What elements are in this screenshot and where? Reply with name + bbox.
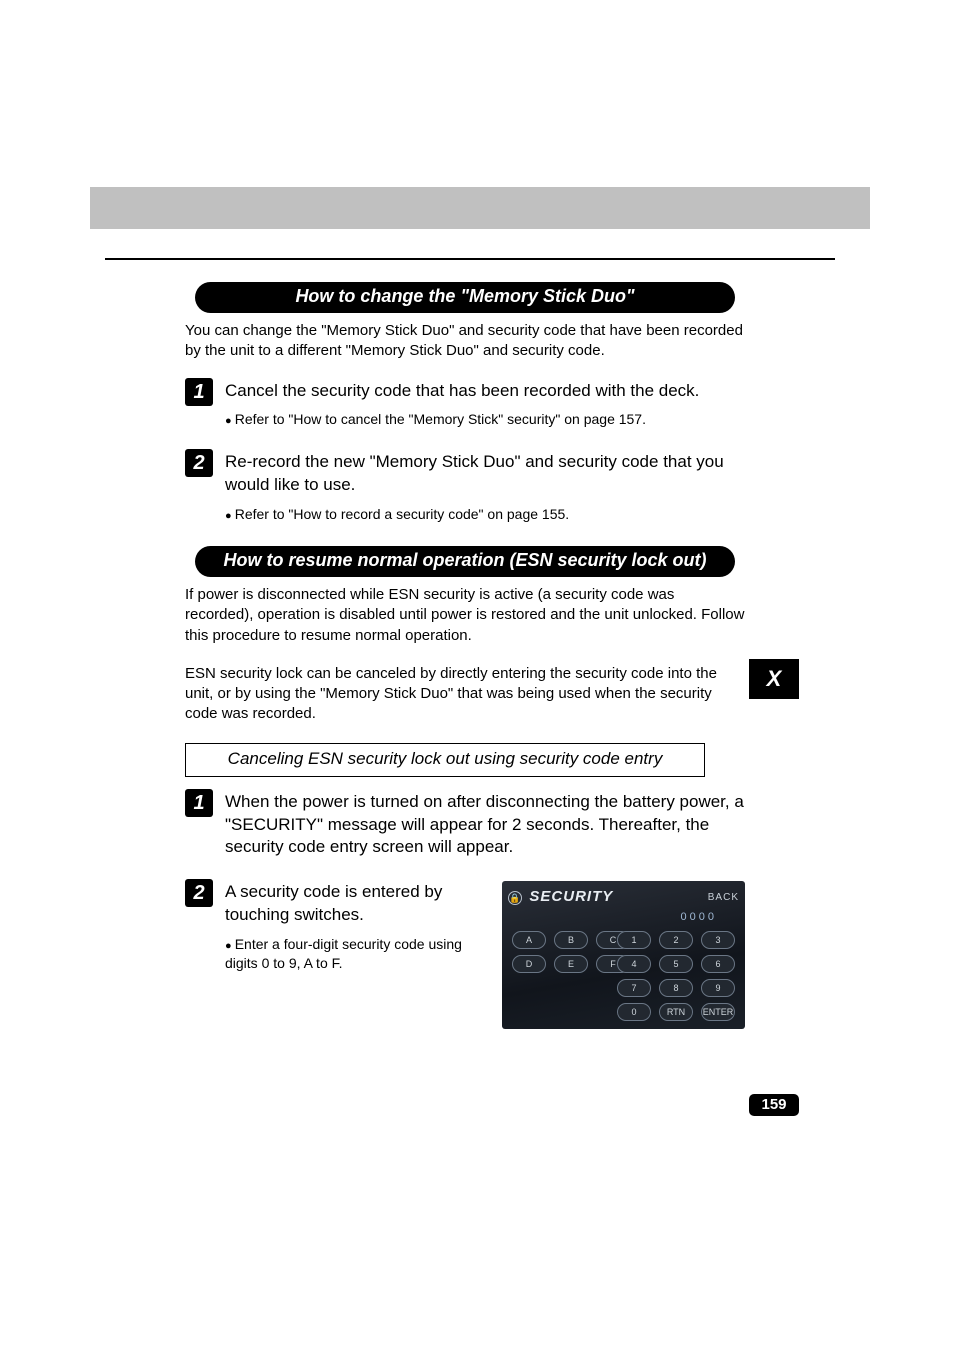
step-title: Re-record the new "Memory Stick Duo" and… <box>225 451 745 497</box>
code-display: 0000 <box>681 911 717 923</box>
section1-step1: 1 Cancel the security code that has been… <box>185 380 745 430</box>
section2-para1: If power is disconnected while ESN secur… <box>185 585 745 646</box>
key-rtn[interactable]: RTN <box>659 1003 693 1021</box>
step-number-badge: 2 <box>185 879 213 907</box>
key-3[interactable]: 3 <box>701 931 735 949</box>
security-device-screen: 🔒 SECURITY BACK 0000 A B C D E F 1 2 <box>502 881 745 1029</box>
step-title: A security code is entered by touching s… <box>225 881 488 927</box>
step-number-badge: 1 <box>185 378 213 406</box>
key-4[interactable]: 4 <box>617 955 651 973</box>
back-button[interactable]: BACK <box>708 892 739 903</box>
horizontal-rule <box>105 258 835 260</box>
step-subtext: Refer to "How to cancel the "Memory Stic… <box>225 410 745 429</box>
key-6[interactable]: 6 <box>701 955 735 973</box>
key-1[interactable]: 1 <box>617 931 651 949</box>
key-2[interactable]: 2 <box>659 931 693 949</box>
step-subtext: Refer to "How to record a security code"… <box>225 505 745 524</box>
section1-intro: You can change the "Memory Stick Duo" an… <box>185 321 745 362</box>
section1-step2: 2 Re-record the new "Memory Stick Duo" a… <box>185 451 745 524</box>
key-e[interactable]: E <box>554 955 588 973</box>
key-0[interactable]: 0 <box>617 1003 651 1021</box>
numeric-keypad: 1 2 3 4 5 6 7 8 9 0 RTN ENTER <box>617 931 735 1021</box>
section2-heading: How to resume normal operation (ESN secu… <box>195 546 735 577</box>
device-title-wrap: 🔒 SECURITY <box>508 888 613 906</box>
page-content: How to change the "Memory Stick Duo" You… <box>185 282 745 1051</box>
step-number-badge: 1 <box>185 789 213 817</box>
step-title: When the power is turned on after discon… <box>225 791 745 860</box>
step-subtext: Enter a four-digit security code using d… <box>225 935 488 973</box>
hex-keypad: A B C D E F <box>512 931 630 973</box>
section2-step2: 2 A security code is entered by touching… <box>185 881 745 1029</box>
page-number: 159 <box>749 1094 799 1116</box>
key-b[interactable]: B <box>554 931 588 949</box>
section2-para2: ESN security lock can be canceled by dir… <box>185 664 745 725</box>
key-7[interactable]: 7 <box>617 979 651 997</box>
key-9[interactable]: 9 <box>701 979 735 997</box>
step-number-badge: 2 <box>185 449 213 477</box>
section1-heading: How to change the "Memory Stick Duo" <box>195 282 735 313</box>
chapter-tab: X <box>749 659 799 699</box>
device-title: SECURITY <box>529 888 613 905</box>
key-5[interactable]: 5 <box>659 955 693 973</box>
key-d[interactable]: D <box>512 955 546 973</box>
section2-step1: 1 When the power is turned on after disc… <box>185 791 745 860</box>
key-8[interactable]: 8 <box>659 979 693 997</box>
key-a[interactable]: A <box>512 931 546 949</box>
step-title: Cancel the security code that has been r… <box>225 380 745 403</box>
key-enter[interactable]: ENTER <box>701 1003 735 1021</box>
lock-icon: 🔒 <box>508 891 522 905</box>
header-grey-bar <box>90 187 870 229</box>
section2-subheading: Canceling ESN security lock out using se… <box>185 743 705 777</box>
